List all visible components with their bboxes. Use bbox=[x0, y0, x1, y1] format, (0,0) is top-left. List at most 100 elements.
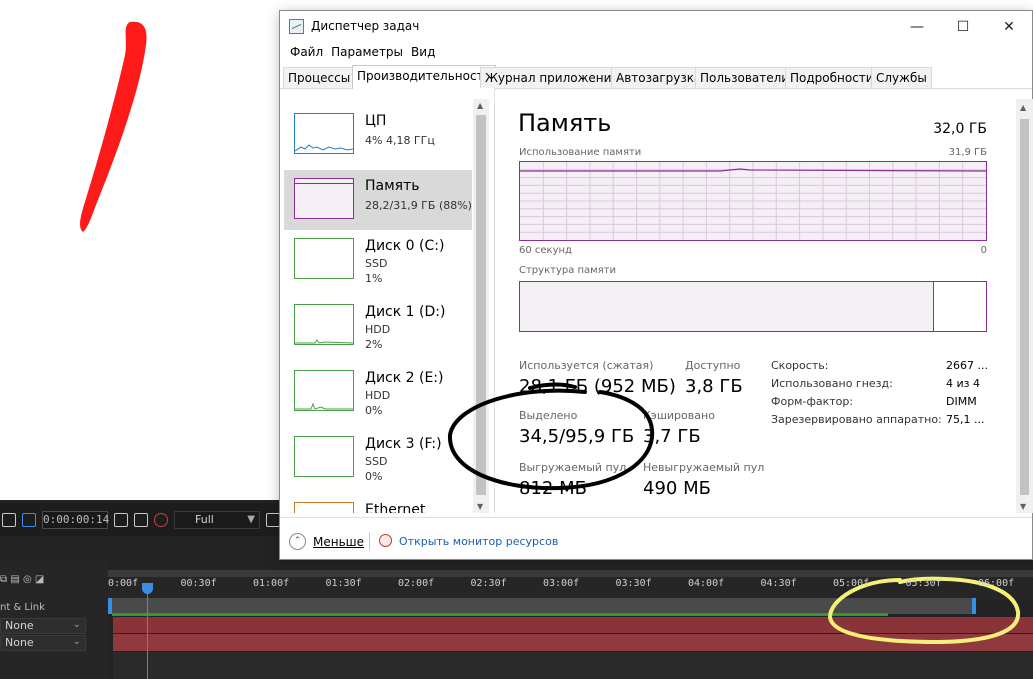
resource-item-disk2[interactable]: Диск 2 (E:) HDD 0% bbox=[284, 362, 472, 422]
resource-monitor-icon[interactable] bbox=[379, 534, 392, 547]
chevron-up-icon[interactable]: ⌃ bbox=[289, 533, 306, 550]
memory-mini-line bbox=[295, 183, 353, 184]
blend-mode-dropdown-2[interactable]: None ⌄ bbox=[0, 635, 86, 651]
maximize-button[interactable]: ☐ bbox=[940, 11, 986, 43]
minimize-button[interactable]: — bbox=[894, 11, 940, 43]
disk2-sparkline bbox=[295, 402, 353, 410]
resource-name-disk2: Диск 2 (E:) bbox=[365, 370, 444, 386]
color-channels-icon[interactable] bbox=[154, 512, 168, 527]
fewer-details-link[interactable]: Меньше bbox=[313, 535, 364, 549]
layer-bar-1[interactable] bbox=[113, 617, 1033, 633]
disk0-mini-graph bbox=[294, 238, 354, 279]
spec-reserved-value: 75,1 ... bbox=[946, 413, 985, 426]
time-ruler-tick: 02:00f bbox=[398, 578, 435, 589]
playhead-line[interactable] bbox=[147, 584, 148, 679]
spec-speed-label: Скорость: bbox=[771, 359, 829, 372]
resource-name-disk1: Диск 1 (D:) bbox=[365, 304, 446, 320]
resource-item-ethernet[interactable]: Ethernet bbox=[284, 494, 472, 513]
tab-app-history[interactable]: Журнал приложений bbox=[480, 67, 625, 88]
tab-services[interactable]: Службы bbox=[871, 67, 932, 88]
chevron-down-icon: ▼ bbox=[247, 513, 255, 525]
resource-item-disk1[interactable]: Диск 1 (D:) HDD 2% bbox=[284, 296, 472, 356]
committed-label: Выделено bbox=[519, 409, 578, 422]
work-area-bar[interactable] bbox=[108, 598, 976, 614]
show-snapshot-icon[interactable] bbox=[134, 512, 148, 527]
timeline-layer-panel: ⧉ ▤ ◎ ◪ nt & Link None ⌄ None ⌄ bbox=[0, 560, 108, 679]
transparency-grid-icon[interactable] bbox=[22, 512, 36, 527]
footer-divider bbox=[369, 532, 370, 550]
time-ruler-tick: 01:30f bbox=[325, 578, 362, 589]
resource-item-cpu[interactable]: ЦП 4% 4,18 ГГц bbox=[284, 105, 472, 165]
resource-load-disk3: 0% bbox=[365, 470, 383, 483]
resource-list-scrollbar[interactable]: ▲ ▼ bbox=[473, 99, 489, 513]
close-button[interactable]: ✕ bbox=[986, 11, 1032, 43]
tab-processes[interactable]: Процессы bbox=[283, 67, 356, 88]
scrollbar-thumb[interactable] bbox=[476, 115, 486, 495]
scrollbar-thumb[interactable] bbox=[1020, 119, 1029, 495]
structure-free-segment bbox=[934, 282, 986, 331]
scroll-down-icon[interactable]: ▼ bbox=[477, 502, 483, 511]
disk1-sparkline bbox=[295, 339, 354, 344]
resource-item-disk3[interactable]: Диск 3 (F:) SSD 0% bbox=[284, 428, 472, 488]
window-title: Диспетчер задач bbox=[311, 19, 420, 33]
time-ruler-tick: 01:00f bbox=[253, 578, 290, 589]
time-ruler-tick: 04:30f bbox=[760, 578, 797, 589]
blend-mode-value-2: None bbox=[5, 636, 34, 649]
task-manager-window: Диспетчер задач — ☐ ✕ Файл Параметры Вид… bbox=[279, 10, 1033, 560]
disk2-mini-graph bbox=[294, 370, 354, 411]
spec-speed-value: 2667 ... bbox=[946, 359, 988, 372]
nonpaged-pool-label: Невыгружаемый пул bbox=[643, 461, 765, 474]
composition-toolbar: 0:00:00:14 Full ▼ bbox=[0, 503, 280, 536]
tab-startup[interactable]: Автозагрузка bbox=[611, 67, 707, 88]
render-cache-indicator bbox=[112, 613, 888, 616]
memory-mini-graph bbox=[294, 178, 354, 219]
cpu-mini-graph bbox=[294, 113, 354, 154]
time-ruler-tick: 00:30f bbox=[180, 578, 217, 589]
tab-performance[interactable]: Производительность bbox=[352, 65, 496, 89]
resource-name-disk0: Диск 0 (C:) bbox=[365, 238, 445, 254]
title-bar[interactable]: Диспетчер задач — ☐ ✕ bbox=[280, 11, 1032, 43]
structure-graph-label: Структура памяти bbox=[519, 265, 617, 276]
scroll-up-icon[interactable]: ▲ bbox=[477, 101, 483, 110]
resource-item-disk0[interactable]: Диск 0 (C:) SSD 1% bbox=[284, 230, 472, 290]
resource-load-disk2: 0% bbox=[365, 404, 383, 417]
layer-bar-2[interactable] bbox=[113, 634, 1033, 651]
camera-icon[interactable] bbox=[114, 512, 128, 527]
blend-mode-value-1: None bbox=[5, 619, 34, 632]
cached-value: 3,7 ГБ bbox=[643, 426, 701, 447]
disk1-mini-graph bbox=[294, 304, 354, 345]
red-handwritten-mark bbox=[80, 21, 147, 233]
menu-file[interactable]: Файл bbox=[286, 43, 327, 63]
chevron-down-icon: ⌄ bbox=[72, 636, 81, 647]
menu-options[interactable]: Параметры bbox=[327, 43, 407, 63]
region-icon[interactable] bbox=[2, 512, 16, 527]
resource-name-disk3: Диск 3 (F:) bbox=[365, 436, 442, 452]
menu-view[interactable]: Вид bbox=[407, 43, 439, 63]
region-of-interest-icon[interactable] bbox=[266, 512, 280, 527]
resource-item-memory[interactable]: Память 28,2/31,9 ГБ (88%) bbox=[284, 170, 472, 230]
available-label: Доступно bbox=[685, 359, 741, 372]
blend-mode-dropdown-1[interactable]: None ⌄ bbox=[0, 618, 86, 634]
time-navigator-bar[interactable] bbox=[108, 570, 1033, 577]
playhead-handle[interactable] bbox=[142, 583, 153, 594]
spec-form-factor-value: DIMM bbox=[946, 395, 977, 408]
resource-type-disk0: SSD bbox=[365, 257, 388, 270]
tab-users[interactable]: Пользователи bbox=[695, 67, 795, 88]
resource-type-disk3: SSD bbox=[365, 455, 388, 468]
graph-axis-left: 60 секунд bbox=[519, 245, 572, 256]
resolution-dropdown[interactable]: Full ▼ bbox=[174, 510, 260, 529]
resolution-value: Full bbox=[195, 512, 214, 526]
tab-details[interactable]: Подробности bbox=[785, 67, 879, 88]
resource-name-cpu: ЦП bbox=[365, 113, 387, 129]
open-resource-monitor-link[interactable]: Открыть монитор ресурсов bbox=[399, 535, 558, 548]
time-ruler-tick: 03:30f bbox=[615, 578, 652, 589]
tab-strip: Процессы Производительность Журнал прило… bbox=[280, 65, 1032, 89]
chevron-down-icon: ⌄ bbox=[72, 619, 81, 630]
paged-pool-value: 812 МБ bbox=[519, 478, 587, 499]
spec-slots-value: 4 из 4 bbox=[946, 377, 980, 390]
scroll-down-icon[interactable]: ▼ bbox=[1020, 502, 1026, 511]
current-time-display[interactable]: 0:00:00:14 bbox=[42, 510, 109, 529]
details-scrollbar[interactable]: ▲ ▼ bbox=[1016, 99, 1033, 513]
scroll-up-icon[interactable]: ▲ bbox=[1020, 103, 1026, 112]
screenshot: 0:00:00:14 Full ▼ ⧉ ▤ ◎ ◪ nt & Link None ⌄… bbox=[0, 0, 1033, 679]
